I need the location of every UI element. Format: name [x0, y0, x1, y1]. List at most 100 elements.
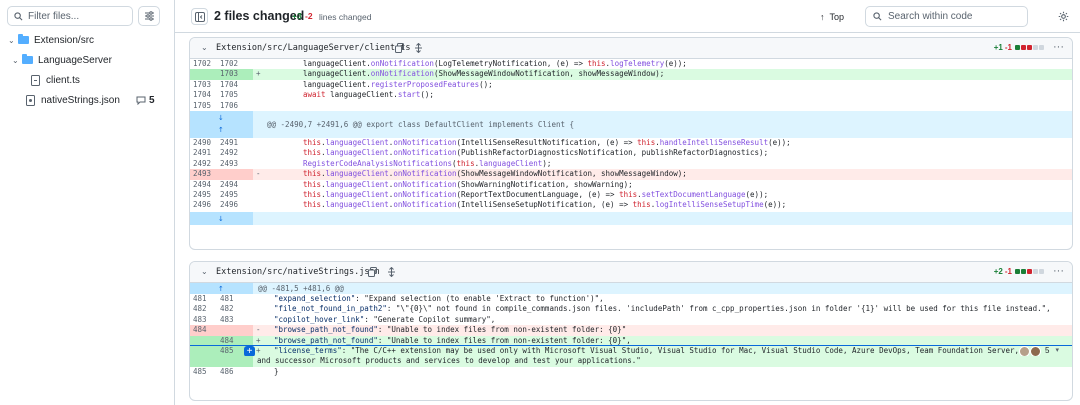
old-line-number[interactable]: 2490	[193, 138, 220, 148]
tree-folder-extension-src[interactable]: ⌄ Extension/src	[8, 31, 94, 49]
hunk-header: ↓	[190, 211, 1072, 225]
expand-all-icon[interactable]	[414, 43, 423, 53]
filter-files-box[interactable]	[7, 6, 133, 26]
copy-icon[interactable]	[395, 43, 404, 53]
file-path[interactable]: Extension/src/nativeStrings.json	[216, 267, 380, 277]
filter-files-input[interactable]	[28, 10, 128, 22]
new-line-number[interactable]: 484	[220, 336, 247, 346]
diff-line-context[interactable]: 2494 2494 this.languageClient.onNotificati…	[190, 180, 1072, 190]
expand-down-icon[interactable]: ↓	[218, 214, 224, 224]
diff-line-context[interactable]: 482 482 "file_not_found_in_path2": "\"{0}\…	[190, 304, 1072, 314]
old-line-number[interactable]: 1703	[193, 80, 220, 90]
new-line-number[interactable]: 1706	[220, 101, 247, 111]
search-icon	[873, 12, 882, 21]
settings-gear-button[interactable]	[1055, 8, 1071, 24]
diff-line-context[interactable]: 1704 1705 await languageClient.start();	[190, 90, 1072, 100]
new-line-number[interactable]: 2491	[220, 138, 247, 148]
filter-options-button[interactable]	[138, 6, 160, 26]
diffstat-square	[1021, 269, 1026, 274]
diff-line-deleted[interactable]: 484 - "browse_path_not_found": "Unable to …	[190, 325, 1072, 336]
file-path[interactable]: Extension/src/LanguageServer/client.ts	[216, 43, 410, 53]
tree-file-nativestrings-json[interactable]: nativeStrings.json 5	[26, 91, 166, 109]
code-text: "browse_path_not_found": "Unable to inde…	[274, 325, 627, 335]
new-line-number[interactable]: 1705	[220, 90, 247, 100]
diff-file-nativestrings-json: ⌄ Extension/src/nativeStrings.json +2 -1…	[189, 261, 1073, 401]
diff-marker: +	[256, 346, 261, 355]
chevron-down-icon[interactable]: ⌄	[201, 267, 208, 276]
add-comment-button[interactable]: +	[244, 346, 255, 357]
lines-changed-label: lines changed	[319, 11, 372, 22]
tree-folder-languageserver[interactable]: ⌄ LanguageServer	[12, 51, 112, 69]
old-line-number[interactable]: 1705	[193, 101, 220, 111]
diff-line-context[interactable]: 1705 1706	[190, 101, 1072, 111]
diff-line-added[interactable]: and successor Microsoft products and ser…	[190, 356, 1072, 367]
old-line-number[interactable]: 2496	[193, 200, 220, 210]
diff-line-context[interactable]: 1703 1704 languageClient.registerProposedF…	[190, 79, 1072, 90]
scroll-top-button[interactable]: ↑ Top	[820, 8, 844, 25]
old-line-number[interactable]: 2492	[193, 159, 220, 169]
new-line-number[interactable]: 485	[220, 346, 247, 356]
old-line-number[interactable]: 2495	[193, 190, 220, 200]
chevron-down-icon[interactable]: ▾	[1055, 346, 1059, 356]
comment-thread-indicator[interactable]: 5 ▾	[1019, 346, 1059, 357]
diffstat-square	[1015, 45, 1020, 50]
hunk-header: ↓ ↑ @@ -2490,7 +2491,6 @@ export class Def…	[190, 111, 1072, 138]
tree-file-client-ts[interactable]: client.ts	[31, 71, 80, 89]
search-within-code-input[interactable]	[888, 11, 1018, 22]
new-line-number[interactable]: 2496	[220, 200, 247, 210]
new-line-number[interactable]: 2493	[220, 159, 247, 169]
comment-icon	[136, 96, 146, 105]
old-line-number[interactable]: 481	[193, 294, 220, 304]
kebab-menu-icon[interactable]: ···	[1053, 41, 1064, 53]
old-line-number[interactable]: 483	[193, 315, 220, 325]
diff-toolbar: 2 files changed +3 -2 lines changed ↑ To…	[175, 0, 1080, 33]
new-line-number[interactable]: 1702	[220, 59, 247, 69]
new-line-number[interactable]: 486	[220, 367, 247, 377]
diff-line-added[interactable]: 1703 + languageClient.onNotification(ShowM…	[190, 69, 1072, 80]
old-line-number[interactable]: 1702	[193, 59, 220, 69]
old-line-number[interactable]: 1704	[193, 90, 220, 100]
code-text: languageClient.registerProposedFeatures(…	[303, 79, 493, 89]
new-line-number[interactable]: 1703	[220, 69, 247, 79]
diff-line-context[interactable]: 2492 2493 RegisterCodeAnalysisNotification…	[190, 159, 1072, 169]
new-line-number[interactable]: 1704	[220, 80, 247, 90]
diff-line-context[interactable]: 483 483 "copilot_hover_link": "Generate Co…	[190, 315, 1072, 325]
diff-line-context[interactable]: 481 481 "expand_selection": "Expand select…	[190, 294, 1072, 304]
old-line-number[interactable]: 2491	[193, 148, 220, 158]
sidebar-collapse-icon	[194, 11, 205, 22]
tree-folder-label: LanguageServer	[38, 54, 112, 66]
expand-down-icon[interactable]: ↓	[218, 113, 224, 123]
diff-line-context[interactable]: 2495 2495 this.languageClient.onNotificati…	[190, 190, 1072, 200]
toggle-file-tree-button[interactable]	[191, 8, 208, 25]
diff-line-context[interactable]: 2490 2491 this.languageClient.onNotificati…	[190, 138, 1072, 148]
new-line-number[interactable]: 482	[220, 304, 247, 314]
diff-marker: -	[256, 169, 261, 179]
old-line-number[interactable]: 2493	[193, 169, 220, 179]
old-line-number[interactable]: 2494	[193, 180, 220, 190]
kebab-menu-icon[interactable]: ···	[1053, 265, 1064, 277]
files-changed-title: 2 files changed	[214, 9, 305, 23]
chevron-down-icon[interactable]: ⌄	[201, 43, 208, 52]
new-line-number[interactable]: 2492	[220, 148, 247, 158]
deletions-count: -2	[305, 11, 313, 21]
diff-line-context[interactable]: 1702 1702 languageClient.onNotification(Lo…	[190, 59, 1072, 69]
old-line-number[interactable]: 482	[193, 304, 220, 314]
diff-line-added[interactable]: 485 + "license_terms": "The C/C++ extensio…	[190, 344, 1072, 358]
diff-line-context[interactable]: 2491 2492 this.languageClient.onNotificati…	[190, 148, 1072, 158]
new-line-number[interactable]: 483	[220, 315, 247, 325]
new-line-number[interactable]: 481	[220, 294, 247, 304]
new-line-number[interactable]: 2494	[220, 180, 247, 190]
expand-up-icon[interactable]: ↑	[218, 125, 224, 135]
diff-line-added[interactable]: 484 + "browse_path_not_found": "Unable to …	[190, 335, 1072, 346]
diff-line-context[interactable]: 2496 2496 this.languageClient.onNotificati…	[190, 200, 1072, 210]
diff-line-context[interactable]: 485 486}	[190, 367, 1072, 377]
copy-icon[interactable]	[368, 267, 377, 277]
old-line-number[interactable]: 484	[193, 325, 220, 335]
old-line-number[interactable]: 485	[193, 367, 220, 377]
expand-all-icon[interactable]	[387, 267, 396, 277]
expand-up-icon[interactable]: ↑	[218, 284, 224, 294]
code-text: and successor Microsoft products and ser…	[257, 356, 641, 366]
diff-line-deleted[interactable]: 2493 - this.languageClient.onNotification(…	[190, 169, 1072, 180]
search-within-code-box[interactable]	[865, 6, 1028, 27]
new-line-number[interactable]: 2495	[220, 190, 247, 200]
